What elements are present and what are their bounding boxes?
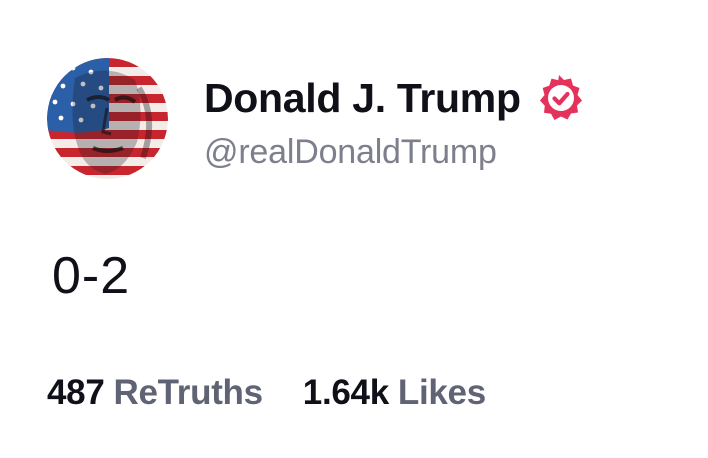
author-name-row: Donald J. Trump	[204, 70, 585, 126]
flag-portrait-icon	[47, 58, 168, 179]
display-name[interactable]: Donald J. Trump	[204, 75, 521, 122]
likes-count: 1.64k	[302, 373, 389, 412]
verified-badge-icon	[533, 72, 585, 124]
retruths-count: 487	[47, 373, 105, 412]
post-stats: 487 ReTruths 1.64k Likes	[47, 373, 486, 413]
post-text: 0-2	[52, 247, 131, 305]
likes-stat[interactable]: 1.64k Likes	[303, 373, 486, 413]
post-card: Donald J. Trump @realDonaldTrump 0-2 487…	[0, 0, 708, 458]
retruths-label: ReTruths	[113, 373, 264, 412]
retruths-stat[interactable]: 487 ReTruths	[47, 373, 263, 413]
avatar[interactable]	[47, 58, 168, 179]
author-handle[interactable]: @realDonaldTrump	[204, 133, 497, 172]
likes-label: Likes	[397, 373, 486, 412]
